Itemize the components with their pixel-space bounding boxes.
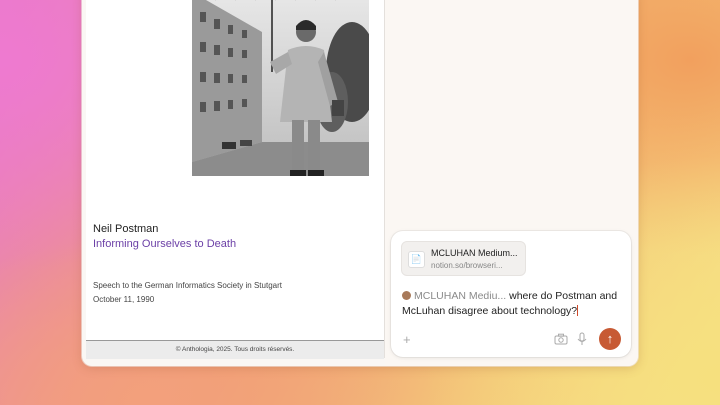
camera-icon[interactable] xyxy=(554,333,568,345)
attachment-card[interactable]: 📄 MCLUHAN Medium... notion.so/browseri..… xyxy=(401,241,526,276)
context-chip-avatar xyxy=(402,291,411,300)
attachment-title: MCLUHAN Medium... xyxy=(431,248,518,258)
app-window: Neil Postman Informing Ourselves to Deat… xyxy=(82,0,638,366)
document-venue: Speech to the German Informatics Society… xyxy=(93,281,282,290)
chat-pane: 📄 MCLUHAN Medium... notion.so/browseri..… xyxy=(385,0,638,366)
notion-page-icon: 📄 xyxy=(408,251,425,268)
text-caret xyxy=(577,305,579,316)
author-photo xyxy=(192,0,369,176)
send-button[interactable]: ↑ xyxy=(599,328,621,350)
chat-composer[interactable]: 📄 MCLUHAN Medium... notion.so/browseri..… xyxy=(391,231,631,357)
document-author: Neil Postman xyxy=(93,223,159,235)
document-footer: © Anthologia, 2025. Tous droits réservés… xyxy=(86,340,384,359)
document-title[interactable]: Informing Ourselves to Death xyxy=(93,238,236,250)
attachment-url: notion.so/browseri... xyxy=(431,261,503,270)
context-chip[interactable]: MCLUHAN Mediu... xyxy=(414,290,506,302)
mic-icon[interactable] xyxy=(577,332,587,346)
document-date: October 11, 1990 xyxy=(93,295,155,304)
arrow-up-icon: ↑ xyxy=(606,331,614,346)
plus-icon[interactable]: + xyxy=(403,332,411,347)
document-pane[interactable]: Neil Postman Informing Ourselves to Deat… xyxy=(86,0,385,359)
prompt-input[interactable]: MCLUHAN Mediu... where do Postman and Mc… xyxy=(402,289,624,319)
